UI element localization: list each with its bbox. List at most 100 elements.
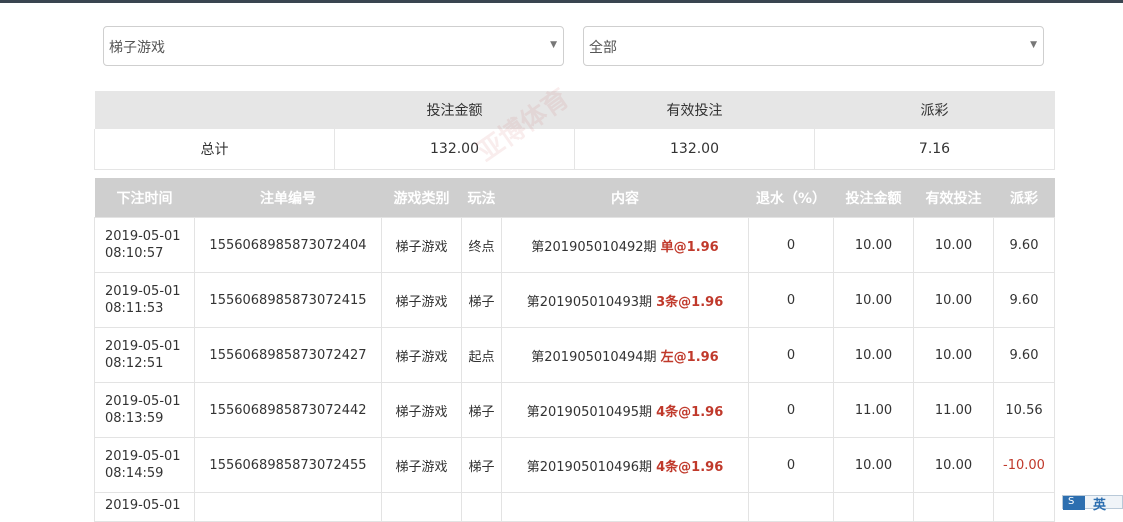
rebate-cell: 0 <box>748 272 834 328</box>
valid-bet-cell: 10.00 <box>913 217 994 273</box>
rebate-cell: 0 <box>748 327 834 383</box>
status-select-value: 全部 <box>589 40 617 56</box>
summary-total-label: 总计 <box>94 129 335 170</box>
bet-time-cell: 2019-05-01 08:13:59 <box>94 382 195 438</box>
pick-text: 单@1.96 <box>660 239 719 255</box>
bet-amount-cell: 10.00 <box>833 272 914 328</box>
bet-clock: 08:10:57 <box>105 246 164 261</box>
payout-cell: 10.56 <box>993 382 1055 438</box>
bet-date: 2019-05-01 <box>105 449 181 464</box>
payout-cell: 9.60 <box>993 327 1055 383</box>
payout-cell: 9.60 <box>993 217 1055 273</box>
bet-amount-cell <box>833 492 914 522</box>
payout-cell: 9.60 <box>993 272 1055 328</box>
summary-header-valid: 有效投注 <box>574 91 815 129</box>
status-select[interactable]: 全部 ▼ <box>583 26 1044 66</box>
game-category-cell: 梯子游戏 <box>381 217 462 273</box>
valid-bet-cell <box>913 492 994 522</box>
ime-indicator[interactable]: S 英 <box>1062 495 1123 513</box>
summary-total-payout: 7.16 <box>814 129 1055 170</box>
period-text: 第201905010493期 <box>526 294 652 310</box>
table-row[interactable]: 2019-05-01 08:11:53 1556068985873072415 梯… <box>94 272 1055 328</box>
order-id-cell: 1556068985873072442 <box>194 382 382 438</box>
play-cell: 终点 <box>461 217 502 273</box>
bet-time-cell: 2019-05-01 08:11:53 <box>94 272 195 328</box>
summary-total-valid: 132.00 <box>574 129 815 170</box>
table-row[interactable]: 2019-05-01 08:13:59 1556068985873072442 梯… <box>94 382 1055 438</box>
valid-bet-cell: 11.00 <box>913 382 994 438</box>
valid-bet-cell: 10.00 <box>913 272 994 328</box>
table-row[interactable]: 2019-05-01 <box>94 492 1055 522</box>
summary-total-bet: 132.00 <box>334 129 575 170</box>
table-row[interactable]: 2019-05-01 08:14:59 1556068985873072455 梯… <box>94 437 1055 493</box>
period-text: 第201905010495期 <box>526 404 652 420</box>
order-id-cell: 1556068985873072404 <box>194 217 382 273</box>
bet-details-table: 下注时间 注单编号 游戏类别 玩法 内容 退水（%） 投注金额 有效投注 派彩 … <box>94 178 1055 522</box>
order-id-cell <box>194 492 382 522</box>
summary-header-bet: 投注金额 <box>334 91 575 129</box>
game-type-select[interactable]: 梯子游戏 ▼ <box>103 26 564 66</box>
header-bet-amount[interactable]: 投注金额 <box>833 178 914 218</box>
header-content[interactable]: 内容 <box>501 178 749 218</box>
bet-amount-cell: 10.00 <box>833 327 914 383</box>
valid-bet-cell: 10.00 <box>913 327 994 383</box>
game-category-cell <box>381 492 462 522</box>
summary-total-row: 总计 132.00 132.00 7.16 <box>94 129 1055 170</box>
top-bar <box>0 0 1123 3</box>
game-category-cell: 梯子游戏 <box>381 437 462 493</box>
bet-clock: 08:11:53 <box>105 301 164 316</box>
ime-language-label: 英 <box>1093 498 1107 513</box>
bet-date: 2019-05-01 <box>105 339 181 354</box>
game-category-cell: 梯子游戏 <box>381 382 462 438</box>
table-row[interactable]: 2019-05-01 08:10:57 1556068985873072404 梯… <box>94 217 1055 273</box>
summary-table: 投注金额 有效投注 派彩 总计 132.00 132.00 7.16 <box>94 91 1055 170</box>
bet-amount-cell: 11.00 <box>833 382 914 438</box>
bet-time-cell: 2019-05-01 08:14:59 <box>94 437 195 493</box>
summary-header-row: 投注金额 有效投注 派彩 <box>94 91 1055 129</box>
header-order-id[interactable]: 注单编号 <box>194 178 382 218</box>
bet-date: 2019-05-01 <box>105 394 181 409</box>
table-row[interactable]: 2019-05-01 08:12:51 1556068985873072427 梯… <box>94 327 1055 383</box>
bet-date: 2019-05-01 <box>105 284 181 299</box>
game-category-cell: 梯子游戏 <box>381 272 462 328</box>
pick-text: 4条@1.96 <box>656 404 724 420</box>
bet-date: 2019-05-01 <box>105 229 181 244</box>
game-category-cell: 梯子游戏 <box>381 327 462 383</box>
content-cell: 第201905010492期 单@1.96 <box>501 217 749 273</box>
bet-time-cell: 2019-05-01 08:12:51 <box>94 327 195 383</box>
period-text: 第201905010496期 <box>526 459 652 475</box>
content-cell: 第201905010495期 4条@1.96 <box>501 382 749 438</box>
rebate-cell: 0 <box>748 217 834 273</box>
rebate-cell: 0 <box>748 382 834 438</box>
header-play[interactable]: 玩法 <box>461 178 502 218</box>
valid-bet-cell: 10.00 <box>913 437 994 493</box>
pick-text: 3条@1.96 <box>656 294 724 310</box>
bet-amount-cell: 10.00 <box>833 437 914 493</box>
content-cell: 第201905010493期 3条@1.96 <box>501 272 749 328</box>
order-id-cell: 1556068985873072427 <box>194 327 382 383</box>
content-cell: 第201905010496期 4条@1.96 <box>501 437 749 493</box>
bet-time-cell: 2019-05-01 08:10:57 <box>94 217 195 273</box>
header-payout[interactable]: 派彩 <box>993 178 1055 218</box>
bet-clock: 08:13:59 <box>105 411 164 426</box>
header-valid-bet[interactable]: 有效投注 <box>913 178 994 218</box>
summary-header-payout: 派彩 <box>814 91 1055 129</box>
play-cell: 起点 <box>461 327 502 383</box>
bet-clock: 08:12:51 <box>105 356 164 371</box>
bet-amount-cell: 10.00 <box>833 217 914 273</box>
play-cell: 梯子 <box>461 437 502 493</box>
content-cell <box>501 492 749 522</box>
chevron-down-icon: ▼ <box>550 40 557 50</box>
payout-cell <box>993 492 1055 522</box>
order-id-cell: 1556068985873072415 <box>194 272 382 328</box>
pick-text: 4条@1.96 <box>656 459 724 475</box>
order-id-cell: 1556068985873072455 <box>194 437 382 493</box>
payout-cell: -10.00 <box>993 437 1055 493</box>
header-game-category[interactable]: 游戏类别 <box>381 178 462 218</box>
header-bet-time[interactable]: 下注时间 <box>94 178 195 218</box>
period-text: 第201905010494期 <box>531 349 657 365</box>
play-cell <box>461 492 502 522</box>
ime-logo-icon: S <box>1063 496 1085 510</box>
header-rebate[interactable]: 退水（%） <box>748 178 834 218</box>
period-text: 第201905010492期 <box>531 239 657 255</box>
